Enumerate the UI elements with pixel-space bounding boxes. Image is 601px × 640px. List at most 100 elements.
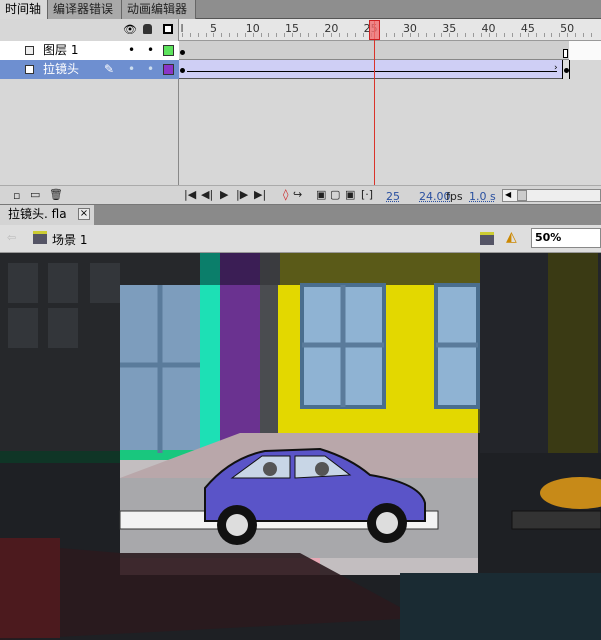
ruler-tick: [299, 33, 301, 37]
ruler-label: 40: [481, 22, 496, 35]
keyframe[interactable]: [180, 68, 185, 73]
wheel: [367, 503, 407, 543]
ruler-tick: [417, 33, 419, 37]
ruler-label: 20: [324, 22, 339, 35]
layer-name: 图层 1: [43, 43, 79, 57]
playhead-line: [374, 21, 375, 185]
edit-scene-icon[interactable]: [480, 232, 494, 245]
visible-dot[interactable]: •: [128, 41, 135, 60]
current-frame[interactable]: 25: [386, 190, 400, 203]
next-frame-button[interactable]: |▶: [236, 188, 248, 201]
close-icon[interactable]: ×: [78, 208, 90, 220]
onion-outline-icon[interactable]: ▢: [330, 188, 340, 201]
ruler-tick: [347, 33, 349, 37]
layer-list: 👁 图层 1 • • 拉镜头 ✎ • •: [0, 19, 179, 185]
horizontal-scrollbar[interactable]: ◀: [502, 189, 601, 202]
ruler-tick: [457, 33, 459, 37]
tween-arrow: [187, 71, 557, 72]
visible-dot[interactable]: •: [128, 60, 135, 79]
frame-row-layer1[interactable]: [179, 41, 601, 60]
ruler-tick: [433, 33, 435, 37]
zoom-value: 50%: [535, 231, 562, 244]
document-tab-label: 拉镜头. fla: [8, 207, 67, 221]
back-arrow-icon[interactable]: ⇦: [7, 231, 16, 244]
edit-multiple-icon[interactable]: ▣: [345, 188, 355, 201]
scene-label[interactable]: 场景 1: [52, 231, 87, 248]
ruler-label: 35: [442, 22, 457, 35]
ruler-tick: [307, 33, 309, 37]
outline-icon[interactable]: [163, 24, 173, 34]
scroll-thumb[interactable]: [517, 190, 527, 201]
ruler-tick: [512, 33, 514, 37]
ruler-label: 10: [245, 22, 260, 35]
frame-ruler[interactable]: l5101520253035404550: [179, 19, 601, 41]
scene-icon: [33, 231, 47, 244]
last-frame-button[interactable]: ▶|: [254, 188, 266, 201]
ruler-tick: [354, 33, 356, 37]
document-tabs: 拉镜头. fla ×: [0, 205, 601, 225]
layer-icon: [25, 65, 34, 74]
ruler-tick: [229, 33, 231, 37]
onion-markers-icon[interactable]: [·]: [361, 188, 373, 201]
lock-dot[interactable]: •: [147, 60, 154, 79]
ruler-tick: [464, 33, 466, 37]
stage[interactable]: [0, 253, 601, 640]
ruler-label: l: [180, 22, 184, 35]
ruler-tick: [543, 33, 545, 37]
red-car-silhouette: [0, 538, 60, 638]
playhead[interactable]: [369, 20, 380, 40]
end-keyframe[interactable]: [562, 60, 570, 79]
ruler-tick: [268, 33, 270, 37]
ruler-tick: [237, 33, 239, 37]
fps-unit: fps: [446, 190, 463, 203]
ruler-tick: [221, 33, 223, 37]
arrow-head-icon: ›: [554, 63, 558, 73]
new-layer-icon[interactable]: ▫: [13, 189, 20, 202]
ruler-label: 5: [209, 22, 217, 35]
layer-row-selected[interactable]: 拉镜头 ✎ • •: [0, 60, 179, 79]
lock-dot[interactable]: •: [147, 41, 154, 60]
center-frame-icon[interactable]: ◊: [283, 188, 288, 201]
new-folder-icon[interactable]: ▭: [30, 188, 40, 201]
end-frame[interactable]: [563, 49, 568, 58]
ruler-tick: [551, 33, 553, 37]
play-button[interactable]: ▶: [220, 188, 228, 201]
layer-color-swatch[interactable]: [163, 45, 174, 56]
timeline-controls: ▫ ▭ 🗑 |◀ ◀| ▶ |▶ ▶| ◊ ↪ ▣ ▢ ▣ [·] 25 24.…: [0, 185, 601, 205]
ruler-label: 45: [520, 22, 535, 35]
tab-timeline[interactable]: 时间轴: [0, 0, 48, 19]
tab-compiler-errors[interactable]: 编译器错误: [48, 0, 122, 19]
zoom-input[interactable]: 50%: [531, 228, 601, 248]
ruler-tick: [386, 33, 388, 37]
ruler-label: 15: [285, 22, 300, 35]
keyframe[interactable]: [180, 50, 185, 55]
ruler-tick: [575, 33, 576, 37]
eye-icon[interactable]: 👁: [123, 23, 137, 36]
onion-skin-icon[interactable]: ▣: [316, 188, 326, 201]
layer-color-swatch[interactable]: [163, 64, 174, 75]
ruler-tick: [205, 33, 207, 37]
ruler-tick: [535, 33, 537, 37]
first-frame-button[interactable]: |◀: [184, 188, 196, 201]
ruler-tick: [339, 33, 341, 37]
ruler-tick: [425, 33, 427, 37]
document-tab[interactable]: 拉镜头. fla ×: [0, 205, 94, 225]
delete-icon[interactable]: 🗑: [49, 188, 63, 201]
ruler-tick: [496, 33, 498, 37]
loop-icon[interactable]: ↪: [293, 188, 302, 201]
panel-tabs: 时间轴 编译器错误 动画编辑器: [0, 0, 601, 19]
layer-row[interactable]: 图层 1 • •: [0, 41, 179, 60]
edit-symbols-icon[interactable]: ◭: [506, 229, 517, 245]
elapsed-time: 1.0 s: [469, 190, 496, 203]
lock-icon[interactable]: [143, 24, 152, 34]
pencil-icon: ✎: [104, 62, 115, 76]
ruler-label: 50: [560, 22, 575, 35]
ruler-tick: [197, 33, 199, 37]
tab-motion-editor[interactable]: 动画编辑器: [122, 0, 196, 19]
ruler-tick: [260, 33, 262, 37]
scroll-left-icon[interactable]: ◀: [505, 190, 511, 199]
empty-frames: [569, 41, 601, 60]
ruler-tick: [504, 33, 506, 37]
prev-frame-button[interactable]: ◀|: [201, 188, 213, 201]
ruler-tick: [189, 33, 191, 37]
